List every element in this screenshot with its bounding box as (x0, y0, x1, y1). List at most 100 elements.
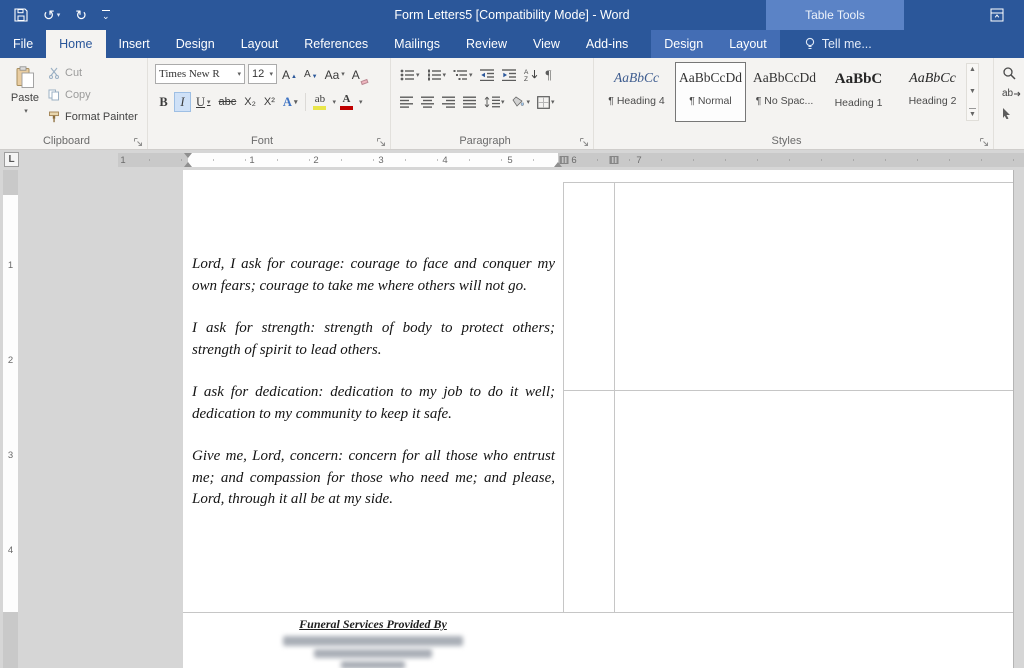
underline-button[interactable]: U ▾ (193, 92, 214, 112)
tab-table-design[interactable]: Design (651, 30, 716, 58)
word-window: ↺ ▾ ↻ ⌄ Form Letters5 [Compatibility Mode… (0, 0, 1024, 668)
tab-stop-selector[interactable]: L (4, 152, 19, 167)
align-right-icon (442, 96, 455, 108)
numbering-button[interactable]: ▾ (425, 65, 449, 84)
style-preview: AaBbCcDd (679, 70, 742, 85)
clipboard-dialog-launcher[interactable] (133, 134, 144, 146)
styles-scroll-down-button[interactable]: ▼ (969, 86, 976, 97)
superscript-button[interactable]: X² (261, 92, 278, 112)
shrink-font-button[interactable]: A ▼ (302, 64, 320, 84)
vertical-ruler[interactable]: 1 2 3 4 (3, 170, 18, 668)
multilevel-list-button[interactable]: ▾ (451, 65, 475, 84)
justify-button[interactable] (461, 93, 479, 112)
font-color-button[interactable]: A (338, 93, 355, 111)
cut-button[interactable]: Cut (48, 64, 138, 81)
tab-design[interactable]: Design (163, 30, 228, 58)
bold-button[interactable]: B (155, 92, 172, 112)
table-column-marker[interactable] (609, 156, 619, 164)
redo-button[interactable]: ↻ (75, 8, 87, 22)
strikethrough-button[interactable]: abc (216, 92, 240, 112)
styles-scrollbar: ▲ ▼ ▼ (966, 63, 979, 121)
select-button[interactable] (1002, 107, 1012, 119)
prayer-paragraph[interactable]: Lord, I ask for courage: courage to face… (192, 254, 555, 297)
find-button[interactable] (1002, 66, 1016, 80)
font-size-combo[interactable]: 12 ▾ (248, 64, 277, 84)
chevron-down-icon: ⌄ (101, 9, 110, 21)
style-normal[interactable]: AaBbCcDd ¶ Normal (675, 62, 746, 122)
styles-scroll-up-button[interactable]: ▲ (969, 64, 976, 75)
sort-button[interactable]: AZ (522, 65, 541, 84)
prayer-paragraph[interactable]: I ask for dedication: dedication to my j… (192, 382, 555, 425)
style-heading-2[interactable]: AaBbCc Heading 2 (897, 62, 968, 122)
redacted-text-line (314, 649, 432, 658)
chevron-down-icon: ▾ (526, 99, 531, 106)
tell-me-box[interactable]: Tell me... (796, 30, 880, 58)
footer-title[interactable]: Funeral Services Provided By (299, 617, 447, 632)
paste-button[interactable]: Paste ▾ (5, 62, 45, 128)
tab-table-layout[interactable]: Layout (716, 30, 780, 58)
align-center-icon (421, 96, 434, 108)
font-group: Times New R ▾ 12 ▾ A ▲ A ▼ Aa ▾ A B I U ▾ ab… (148, 58, 391, 149)
shading-button[interactable]: ▾ (510, 93, 533, 112)
copy-icon (48, 89, 59, 100)
bullets-button[interactable]: ▾ (398, 65, 422, 84)
table-column-marker[interactable] (559, 156, 569, 164)
styles-more-button[interactable]: ▼ (969, 107, 976, 120)
save-button[interactable] (14, 8, 28, 22)
ruler-number: 2 (313, 154, 319, 166)
borders-icon (537, 95, 550, 109)
chevron-down-icon[interactable]: ▾ (332, 98, 336, 106)
prayer-paragraph[interactable]: I ask for strength: strength of body to … (192, 318, 555, 361)
hanging-indent-marker[interactable] (184, 162, 192, 167)
copy-button[interactable]: Copy (48, 86, 138, 103)
italic-button[interactable]: I (174, 92, 191, 112)
document-page[interactable]: Lord, I ask for courage: courage to face… (183, 170, 1014, 668)
line-spacing-button[interactable]: ▾ (482, 93, 507, 112)
decrease-indent-button[interactable] (478, 65, 497, 84)
tab-mailings[interactable]: Mailings (381, 30, 453, 58)
font-dialog-launcher[interactable] (376, 134, 387, 146)
tab-references[interactable]: References (291, 30, 381, 58)
format-painter-button[interactable]: Format Painter (48, 108, 138, 125)
align-right-button[interactable] (440, 93, 458, 112)
styles-dialog-launcher[interactable] (979, 134, 990, 146)
tab-view[interactable]: View (520, 30, 573, 58)
grow-font-button[interactable]: A ▲ (280, 64, 299, 84)
style-name: Heading 1 (834, 96, 883, 109)
style-heading-4[interactable]: AaBbCc ¶ Heading 4 (601, 62, 672, 122)
undo-button[interactable]: ↺ ▾ (43, 8, 60, 22)
cut-icon (49, 67, 59, 79)
change-case-button[interactable]: Aa ▾ (323, 64, 347, 84)
prayer-paragraph[interactable]: Give me, Lord, concern: concern for all … (192, 446, 555, 511)
font-name-combo[interactable]: Times New R ▾ (155, 64, 245, 84)
ruler-number: 3 (7, 450, 14, 461)
ribbon-display-options-button[interactable] (990, 8, 1004, 27)
style-heading-1[interactable]: AaBbC Heading 1 (823, 62, 894, 122)
paragraph-dialog-launcher[interactable] (579, 134, 590, 146)
align-center-button[interactable] (419, 93, 437, 112)
align-left-button[interactable] (398, 93, 416, 112)
chevron-down-icon[interactable]: ▾ (359, 98, 363, 106)
style-no-spacing[interactable]: AaBbCcDd ¶ No Spac... (749, 62, 820, 122)
customize-qat-button[interactable]: ⌄ (101, 9, 110, 21)
undo-icon: ↺ (43, 7, 55, 23)
borders-button[interactable]: ▾ (535, 93, 557, 112)
clear-formatting-button[interactable]: A (350, 64, 370, 86)
tab-review[interactable]: Review (453, 30, 520, 58)
highlight-color-button[interactable]: ab (311, 93, 328, 111)
card-footer[interactable]: Funeral Services Provided By (183, 615, 563, 668)
tab-file[interactable]: File (0, 30, 46, 58)
text-effects-button[interactable]: A ▾ (280, 92, 301, 112)
tab-home[interactable]: Home (46, 30, 106, 58)
tab-add-ins[interactable]: Add-ins (573, 30, 641, 58)
first-line-indent-marker[interactable] (184, 153, 192, 158)
show-formatting-marks-button[interactable]: ¶ (544, 65, 554, 84)
prayer-text[interactable]: Lord, I ask for courage: courage to face… (192, 254, 555, 532)
replace-button[interactable]: ab (1002, 88, 1022, 99)
increase-indent-button[interactable] (500, 65, 519, 84)
tab-insert[interactable]: Insert (106, 30, 163, 58)
subscript-button[interactable]: X₂ (241, 92, 259, 112)
tab-layout[interactable]: Layout (228, 30, 292, 58)
horizontal-ruler[interactable]: 1 1 2 3 4 5 6 7 (118, 153, 1024, 167)
paragraph-row-1: ▾ ▾ ▾ AZ ¶ (398, 65, 553, 84)
